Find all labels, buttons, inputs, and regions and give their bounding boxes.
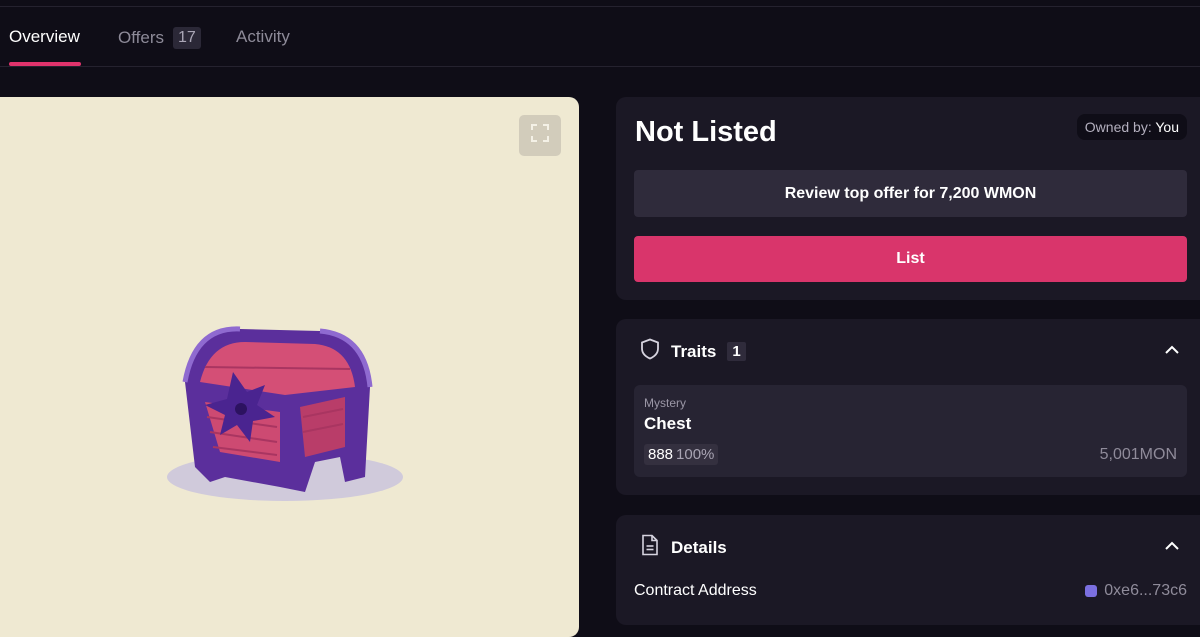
trait-value: Chest	[644, 414, 692, 433]
contract-address-label: Contract Address	[634, 582, 757, 599]
nft-media-panel	[0, 97, 579, 637]
details-header[interactable]: Details	[640, 534, 727, 561]
trait-item[interactable]: Mystery Chest 888 100% 5,001MON	[634, 385, 1187, 477]
chevron-up-icon[interactable]	[1162, 340, 1182, 360]
offers-count-badge: 17	[172, 27, 201, 49]
listing-status-card: Not Listed Owned by: You Review top offe…	[616, 97, 1200, 300]
trait-percent: 100%	[676, 446, 715, 463]
tab-overview[interactable]: Overview	[9, 27, 80, 47]
traits-header[interactable]: Traits 1	[640, 338, 746, 365]
list-button[interactable]: List	[634, 236, 1187, 282]
tab-bar: Overview Offers 17 Activity	[0, 7, 1200, 67]
traits-title: Traits	[671, 341, 717, 361]
document-icon	[640, 534, 660, 561]
active-tab-indicator	[9, 62, 81, 66]
contract-address-text: 0xe6...73c6	[1104, 582, 1187, 599]
listing-status-title: Not Listed	[635, 116, 777, 148]
expand-icon	[530, 123, 550, 148]
owner-pill: Owned by: You	[1076, 114, 1187, 140]
chevron-up-icon[interactable]	[1162, 536, 1182, 556]
owner-label: Owned by:	[1084, 119, 1152, 135]
treasure-chest-image	[167, 326, 403, 501]
contract-address-value[interactable]: 0xe6...73c6	[1085, 582, 1187, 600]
review-top-offer-button[interactable]: Review top offer for 7,200 WMON	[634, 170, 1187, 217]
trait-floor-price: 5,001MON	[1099, 446, 1177, 463]
contract-address-row: Contract Address 0xe6...73c6	[634, 582, 1187, 600]
owner-value: You	[1155, 119, 1179, 135]
tab-activity[interactable]: Activity	[236, 27, 290, 47]
details-title: Details	[671, 537, 727, 557]
tab-offers-label: Offers	[118, 28, 164, 47]
shield-icon	[640, 338, 660, 365]
tab-offers[interactable]: Offers 17	[118, 27, 201, 49]
monad-chain-icon	[1085, 585, 1098, 597]
trait-rarity: 888 100%	[644, 444, 719, 465]
traits-card: Traits 1 Mystery Chest 888 100% 5,001MON	[616, 319, 1200, 495]
tab-overview-label: Overview	[9, 27, 80, 46]
tab-activity-label: Activity	[236, 27, 290, 46]
trait-type: Mystery	[644, 396, 686, 410]
expand-button[interactable]	[519, 115, 561, 156]
traits-count-badge: 1	[727, 342, 746, 361]
trait-count: 888	[648, 446, 674, 463]
